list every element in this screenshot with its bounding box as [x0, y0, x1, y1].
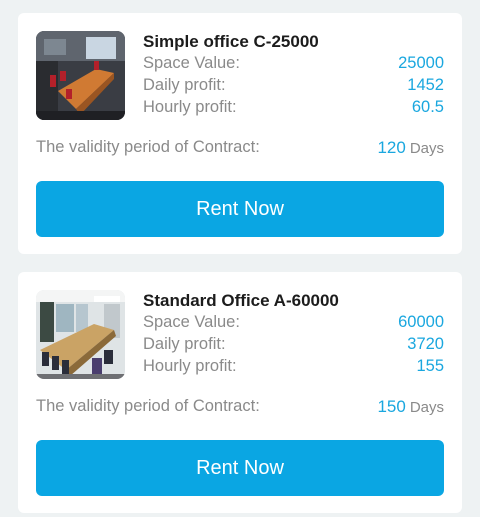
daily-profit-value: 3720: [407, 335, 444, 353]
offer-title: Simple office C-25000: [143, 32, 319, 51]
hourly-profit-row: Hourly profit: 155: [143, 357, 444, 379]
space-value: 60000: [398, 313, 444, 331]
space-value-label: Space Value:: [143, 54, 240, 72]
daily-profit-value: 1452: [407, 76, 444, 94]
hourly-profit-label: Hourly profit:: [143, 98, 237, 116]
rent-now-button[interactable]: Rent Now: [36, 181, 444, 237]
office-offer-list: Simple office C-25000 Space Value: 25000…: [0, 0, 480, 517]
validity-row: The validity period of Contract: 120 Days: [36, 138, 444, 157]
validity-period: 150 Days: [377, 397, 444, 417]
hourly-profit-value: 60.5: [411, 98, 444, 116]
hourly-profit-value: 155: [416, 357, 444, 375]
validity-days-value: 150: [377, 397, 406, 416]
validity-label: The validity period of Contract:: [36, 397, 260, 415]
hourly-profit-label: Hourly profit:: [143, 357, 237, 375]
office-photo-icon: [36, 290, 125, 379]
rent-now-button[interactable]: Rent Now: [36, 440, 444, 496]
space-value-row: Space Value: 25000: [143, 54, 444, 76]
validity-days-unit: Days: [409, 399, 444, 416]
validity-row: The validity period of Contract: 150 Days: [36, 397, 444, 416]
space-value-row: Space Value: 60000: [143, 313, 444, 335]
offer-card: Standard Office A-60000 Space Value: 600…: [18, 272, 462, 513]
offer-title: Standard Office A-60000: [143, 291, 339, 310]
daily-profit-label: Daily profit:: [143, 335, 226, 353]
daily-profit-row: Daily profit: 3720: [143, 335, 444, 357]
offer-card: Simple office C-25000 Space Value: 25000…: [18, 13, 462, 254]
office-photo-icon: [36, 31, 125, 120]
hourly-profit-row: Hourly profit: 60.5: [143, 98, 444, 120]
space-value-label: Space Value:: [143, 313, 240, 331]
daily-profit-label: Daily profit:: [143, 76, 226, 94]
validity-label: The validity period of Contract:: [36, 138, 260, 156]
space-value: 25000: [398, 54, 444, 72]
validity-days-value: 120: [377, 138, 406, 157]
daily-profit-row: Daily profit: 1452: [143, 76, 444, 98]
validity-period: 120 Days: [377, 138, 444, 158]
validity-days-unit: Days: [409, 140, 444, 157]
